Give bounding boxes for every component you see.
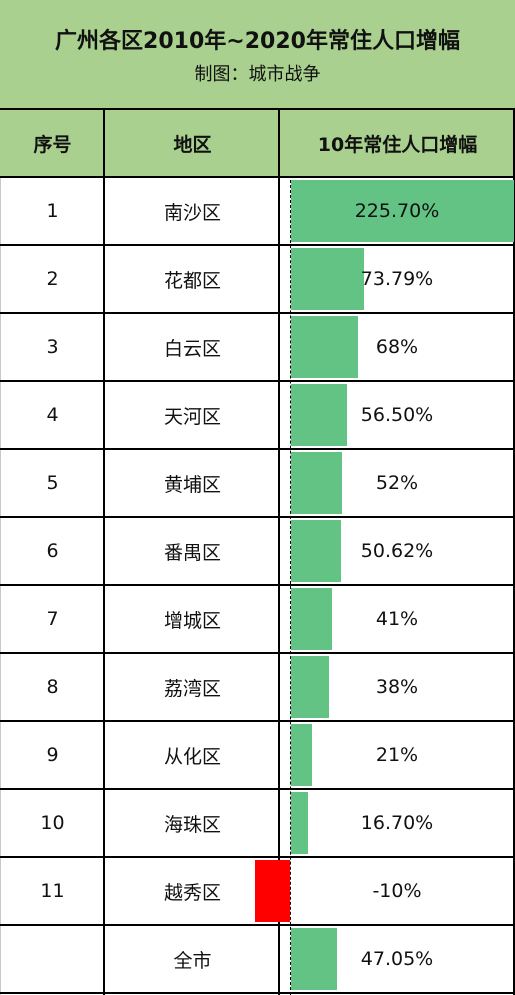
row-number: [0, 926, 105, 992]
row-number: 2: [46, 268, 59, 290]
table-row: 7 增城区 41%: [0, 586, 515, 654]
row-number: 6: [46, 540, 59, 562]
growth-value-label: 38%: [375, 676, 419, 698]
growth-value-label: 68%: [375, 336, 419, 358]
col-header-district: 地区: [105, 110, 280, 178]
col-header-no: 序号: [0, 110, 105, 178]
row-number: 8: [46, 676, 59, 698]
row-number: 7: [46, 608, 59, 630]
growth-value-label: 52%: [375, 472, 419, 494]
row-number: 1: [46, 200, 59, 222]
row-number: 11: [40, 880, 65, 902]
growth-value-label: 41%: [375, 608, 419, 630]
row-number: 9: [46, 744, 59, 766]
table-row: 3 白云区 68%: [0, 314, 515, 382]
district-name: 南沙区: [163, 201, 221, 224]
district-name: 白云区: [163, 337, 221, 360]
district-name: 海珠区: [163, 813, 221, 836]
growth-value-label: 47.05%: [360, 948, 434, 970]
row-number: 5: [46, 472, 59, 494]
district-name: 增城区: [163, 609, 221, 632]
growth-value-label: 73.79%: [360, 268, 434, 290]
district-name: 荔湾区: [163, 677, 221, 700]
col-header-growth: 10年常住人口增幅: [280, 110, 515, 178]
growth-value-label: 56.50%: [360, 404, 434, 426]
table-title: 广州各区2010年~2020年常住人口增幅: [55, 29, 460, 54]
district-name: 黄埔区: [163, 473, 221, 496]
district-name: 天河区: [163, 405, 221, 428]
district-name: 从化区: [163, 745, 221, 768]
table-row: 5 黄埔区 52%: [0, 450, 515, 518]
row-number: 4: [46, 404, 59, 426]
table-row: 1 南沙区 225.70%: [0, 178, 515, 246]
table-row: 6 番禺区 50.62%: [0, 518, 515, 586]
district-name: 越秀区: [163, 881, 221, 904]
title-band: 广州各区2010年~2020年常住人口增幅 制图：城市战争: [0, 0, 515, 110]
table-row: 9 从化区 21%: [0, 722, 515, 790]
growth-value-label: 16.70%: [360, 812, 434, 834]
row-number: 10: [40, 812, 65, 834]
row-number: 3: [46, 336, 59, 358]
district-name: 番禺区: [163, 541, 221, 564]
table-row: 8 荔湾区 38%: [0, 654, 515, 722]
growth-value-label: -10%: [372, 880, 422, 902]
databar-axis: [290, 180, 291, 995]
district-name: 全市: [173, 949, 212, 972]
table-row: 10 海珠区 16.70%: [0, 790, 515, 858]
growth-value-label: 225.70%: [354, 200, 440, 222]
table-row: 11 越秀区 -10%: [0, 858, 515, 926]
district-name: 花都区: [163, 269, 221, 292]
table-row: 全市 47.05%: [0, 926, 515, 994]
column-divider: [103, 110, 105, 995]
table-row: 4 天河区 56.50%: [0, 382, 515, 450]
table-row: 2 花都区 73.79%: [0, 246, 515, 314]
table-subtitle: 制图：城市战争: [194, 64, 321, 85]
growth-value-label: 21%: [375, 744, 419, 766]
growth-value-label: 50.62%: [360, 540, 434, 562]
